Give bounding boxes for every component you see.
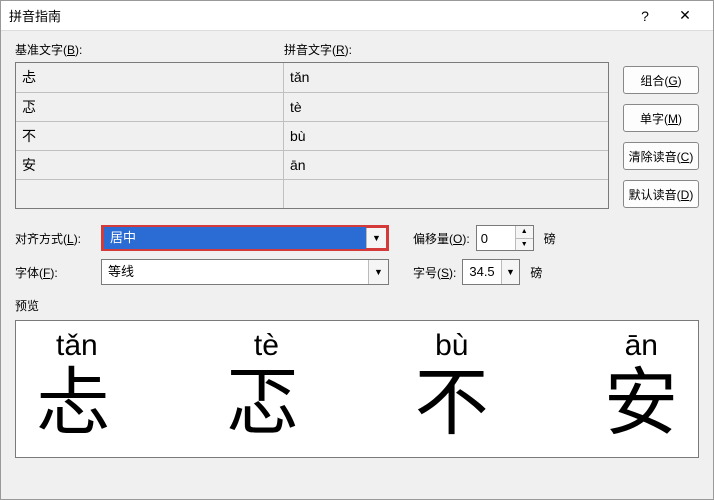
size-value: 34.5 bbox=[463, 261, 500, 283]
preview-ruby: tè bbox=[254, 329, 279, 363]
ruby-cell[interactable] bbox=[284, 180, 608, 208]
titlebar: 拼音指南 ? ✕ bbox=[1, 1, 713, 31]
ruby-cell[interactable]: bù bbox=[284, 122, 608, 150]
preview-base: 安 bbox=[604, 367, 678, 441]
ruby-cell[interactable]: tǎn bbox=[284, 63, 608, 92]
default-reading-button[interactable]: 默认读音(D) bbox=[623, 180, 699, 208]
alignment-label: 对齐方式(L): bbox=[15, 230, 95, 247]
font-select[interactable]: 等线 ▼ bbox=[101, 259, 389, 285]
clear-reading-button[interactable]: 清除读音(C) bbox=[623, 142, 699, 170]
ruby-cell[interactable]: ān bbox=[284, 151, 608, 179]
spinner-down-icon[interactable]: ▼ bbox=[516, 238, 533, 251]
content-area: 基准文字(B): 拼音文字(R): 忐 tǎn 忑 tè 不 bù 安 bbox=[1, 31, 713, 499]
offset-unit: 磅 bbox=[544, 230, 556, 247]
font-value: 等线 bbox=[102, 261, 368, 283]
offset-input[interactable] bbox=[477, 226, 515, 250]
preview-area: tǎn tè bù ān 忐 忑 不 安 bbox=[15, 320, 699, 458]
preview-base: 不 bbox=[415, 367, 489, 441]
ruby-text-label: 拼音文字(R): bbox=[284, 41, 699, 58]
preview-label: 预览 bbox=[15, 297, 699, 314]
font-label: 字体(F): bbox=[15, 264, 95, 281]
spinner-up-icon[interactable]: ▲ bbox=[516, 226, 533, 238]
size-unit: 磅 bbox=[530, 264, 542, 281]
chevron-down-icon[interactable]: ▼ bbox=[368, 260, 388, 284]
mono-button[interactable]: 单字(M) bbox=[623, 104, 699, 132]
table-row: 忑 tè bbox=[16, 92, 608, 121]
alignment-select[interactable]: 居中 ▼ bbox=[101, 225, 389, 251]
table-row bbox=[16, 179, 608, 208]
preview-ruby: tǎn bbox=[56, 329, 98, 363]
close-button[interactable]: ✕ bbox=[665, 2, 705, 30]
alignment-value: 居中 bbox=[104, 227, 366, 249]
base-cell[interactable] bbox=[16, 180, 284, 208]
base-cell[interactable]: 安 bbox=[16, 151, 284, 179]
table-row: 忐 tǎn bbox=[16, 63, 608, 92]
preview-ruby: bù bbox=[435, 329, 468, 363]
table-row: 不 bù bbox=[16, 121, 608, 150]
preview-ruby: ān bbox=[625, 329, 658, 363]
window-title: 拼音指南 bbox=[9, 6, 625, 25]
side-buttons: 组合(G) 单字(M) 清除读音(C) 默认读音(D) bbox=[623, 62, 699, 209]
size-select[interactable]: 34.5 ▼ bbox=[462, 259, 520, 285]
base-cell[interactable]: 忐 bbox=[16, 63, 284, 92]
size-label: 字号(S): bbox=[413, 264, 456, 281]
base-cell[interactable]: 忑 bbox=[16, 93, 284, 121]
text-grid: 忐 tǎn 忑 tè 不 bù 安 ān bbox=[15, 62, 609, 209]
phonetic-guide-dialog: 拼音指南 ? ✕ 基准文字(B): 拼音文字(R): 忐 tǎn 忑 tè 不 … bbox=[0, 0, 714, 500]
table-row: 安 ān bbox=[16, 150, 608, 179]
group-button[interactable]: 组合(G) bbox=[623, 66, 699, 94]
offset-spinner[interactable]: ▲▼ bbox=[476, 225, 534, 251]
offset-label: 偏移量(O): bbox=[413, 230, 470, 247]
chevron-down-icon[interactable]: ▼ bbox=[366, 228, 386, 248]
base-text-label: 基准文字(B): bbox=[15, 41, 284, 58]
chevron-down-icon[interactable]: ▼ bbox=[501, 260, 520, 284]
preview-base: 忐 bbox=[36, 367, 110, 441]
help-button[interactable]: ? bbox=[625, 2, 665, 30]
preview-base: 忑 bbox=[225, 367, 299, 441]
base-cell[interactable]: 不 bbox=[16, 122, 284, 150]
ruby-cell[interactable]: tè bbox=[284, 93, 608, 121]
